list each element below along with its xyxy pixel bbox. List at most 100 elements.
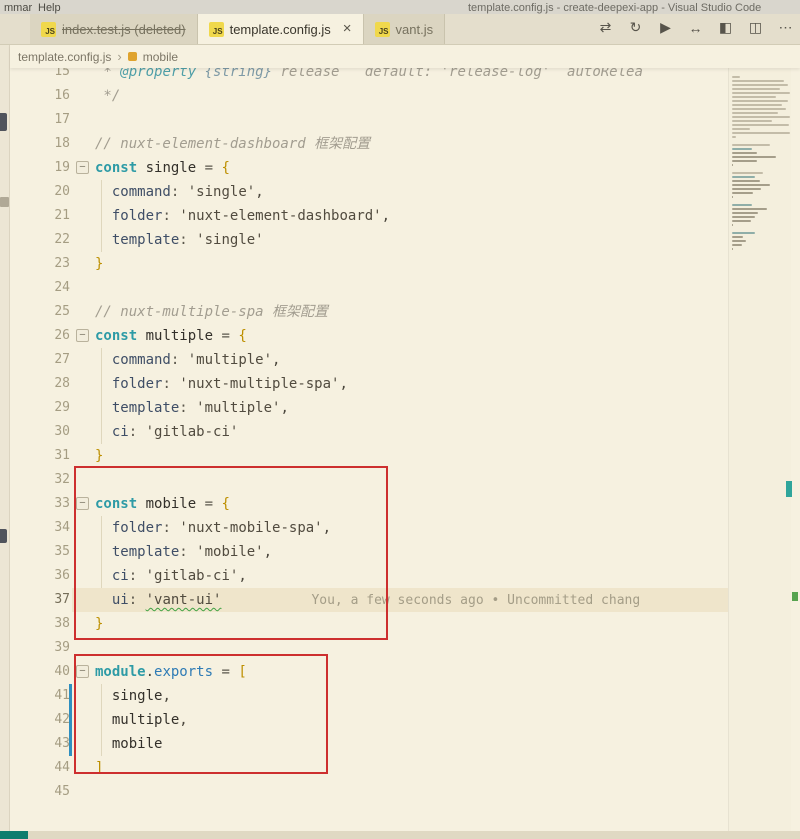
symbol-variable-icon [127, 52, 137, 61]
line-number: 34 [54, 520, 70, 535]
code-line-28[interactable]: 28 folder: 'nuxt-multiple-spa', [10, 372, 728, 396]
fold-icon[interactable]: − [76, 329, 89, 342]
code-line-25[interactable]: 25 // nuxt-multiple-spa 框架配置 [10, 300, 728, 324]
code-line-40[interactable]: 40− module.exports = [ [10, 660, 728, 684]
minimap-line [732, 184, 770, 186]
fold-icon[interactable]: − [76, 665, 89, 678]
code-token: = [204, 496, 214, 512]
minimap[interactable] [728, 68, 791, 831]
minimap-line [732, 236, 743, 238]
fold-icon[interactable]: − [76, 497, 89, 510]
code-line-18[interactable]: 18 // nuxt-element-dashboard 框架配置 [10, 132, 728, 156]
tab-template-config-js[interactable]: JS template.config.js × [197, 14, 364, 44]
code-line-21[interactable]: 21 folder: 'nuxt-element-dashboard', [10, 204, 728, 228]
line-number: 32 [54, 472, 70, 487]
code-token: 'single' [196, 232, 264, 248]
line-number: 22 [54, 232, 70, 247]
code-token: : [128, 568, 138, 584]
code-token: multiple [145, 328, 214, 344]
minimap-line [732, 144, 770, 146]
tab-label: vant.js [395, 21, 434, 37]
code-line-30[interactable]: 30 ci: 'gitlab-ci' [10, 420, 728, 444]
line-number: 26 [54, 328, 70, 343]
code-line-42[interactable]: 42 multiple, [10, 708, 728, 732]
vertical-scrollbar[interactable] [791, 68, 800, 831]
code-line-26[interactable]: 26− const multiple = { [10, 324, 728, 348]
minimap-line [732, 176, 755, 178]
breadcrumb-symbol[interactable]: mobile [143, 50, 178, 64]
code-line-16[interactable]: 16 */ [10, 84, 728, 108]
code-token: mobile [145, 496, 197, 512]
code-line-39[interactable]: 39 [10, 636, 728, 660]
remote-indicator[interactable] [0, 831, 28, 839]
run-icon[interactable]: ▶ [657, 19, 674, 36]
line-number: 43 [54, 736, 70, 751]
minimap-line [732, 120, 772, 122]
code-token: command [111, 184, 171, 200]
code-line-38[interactable]: 38} [10, 612, 728, 636]
code-line-27[interactable]: 27 command: 'multiple', [10, 348, 728, 372]
minimap-line [732, 84, 788, 86]
line-number: 30 [54, 424, 70, 439]
open-changes-icon[interactable]: ⇄ [597, 19, 614, 36]
code-line-32[interactable]: 32 [10, 468, 728, 492]
code-line-17[interactable]: 17 [10, 108, 728, 132]
code-token: @property [120, 68, 197, 80]
code-line-35[interactable]: 35 template: 'mobile', [10, 540, 728, 564]
code-line-44[interactable]: 44] [10, 756, 728, 780]
js-file-icon: JS [41, 21, 56, 37]
code-line-19[interactable]: 19− const single = { [10, 156, 728, 180]
code-line-22[interactable]: 22 template: 'single' [10, 228, 728, 252]
breadcrumb-file[interactable]: template.config.js [18, 50, 111, 64]
code-token: ci [111, 568, 129, 584]
line-number: 15 [54, 68, 70, 79]
code-line-36[interactable]: 36 ci: 'gitlab-ci', [10, 564, 728, 588]
menu-item-help[interactable]: Help [38, 2, 61, 14]
minimap-line [732, 100, 788, 102]
code-token: } [95, 616, 104, 632]
minimap-line [732, 148, 752, 150]
line-number: 24 [54, 280, 70, 295]
code-line-37[interactable]: 37 ui: 'vant-ui' You, a few seconds ago •… [10, 588, 728, 612]
minimap-line [732, 108, 786, 110]
code-line-41[interactable]: 41 single, [10, 684, 728, 708]
minimap-line [732, 164, 733, 166]
code-line-45[interactable]: 45 [10, 780, 728, 804]
minimap-line [732, 172, 763, 174]
line-number: 18 [54, 136, 70, 151]
fold-icon[interactable]: − [76, 161, 89, 174]
more-actions-icon[interactable]: ⋯ [777, 19, 794, 36]
minimap-line [732, 112, 778, 114]
code-token: 'mobile' [196, 544, 264, 560]
code-line-24[interactable]: 24 [10, 276, 728, 300]
overview-ruler-modified-mark [786, 481, 792, 497]
compare-changes-icon[interactable]: ◧ [717, 19, 734, 36]
tab-label: template.config.js [229, 21, 331, 37]
tab-index-test-js-deleted[interactable]: JS index.test.js (deleted) [30, 14, 198, 44]
code-line-20[interactable]: 20 command: 'single', [10, 180, 728, 204]
split-editor-icon[interactable]: ◫ [747, 19, 764, 36]
code-editor[interactable]: 15 * @property {string} release default:… [10, 68, 728, 831]
minimap-line [732, 208, 767, 210]
code-token: : [162, 520, 171, 536]
code-line-15[interactable]: 15 * @property {string} release default:… [10, 68, 728, 84]
navigate-back-forward-icon[interactable]: ↔ [687, 20, 704, 36]
code-line-31[interactable]: 31} [10, 444, 728, 468]
code-line-34[interactable]: 34 folder: 'nuxt-mobile-spa', [10, 516, 728, 540]
tab-vant-js[interactable]: JS vant.js [363, 14, 446, 44]
code-lines: 15 * @property {string} release default:… [10, 68, 728, 804]
code-line-43[interactable]: 43 mobile [10, 732, 728, 756]
code-line-23[interactable]: 23} [10, 252, 728, 276]
close-icon[interactable]: × [343, 21, 352, 36]
code-line-29[interactable]: 29 template: 'multiple', [10, 396, 728, 420]
code-line-33[interactable]: 33− const mobile = { [10, 492, 728, 516]
menu-item[interactable]: mmar [4, 2, 32, 14]
sync-icon[interactable]: ↻ [627, 19, 644, 36]
